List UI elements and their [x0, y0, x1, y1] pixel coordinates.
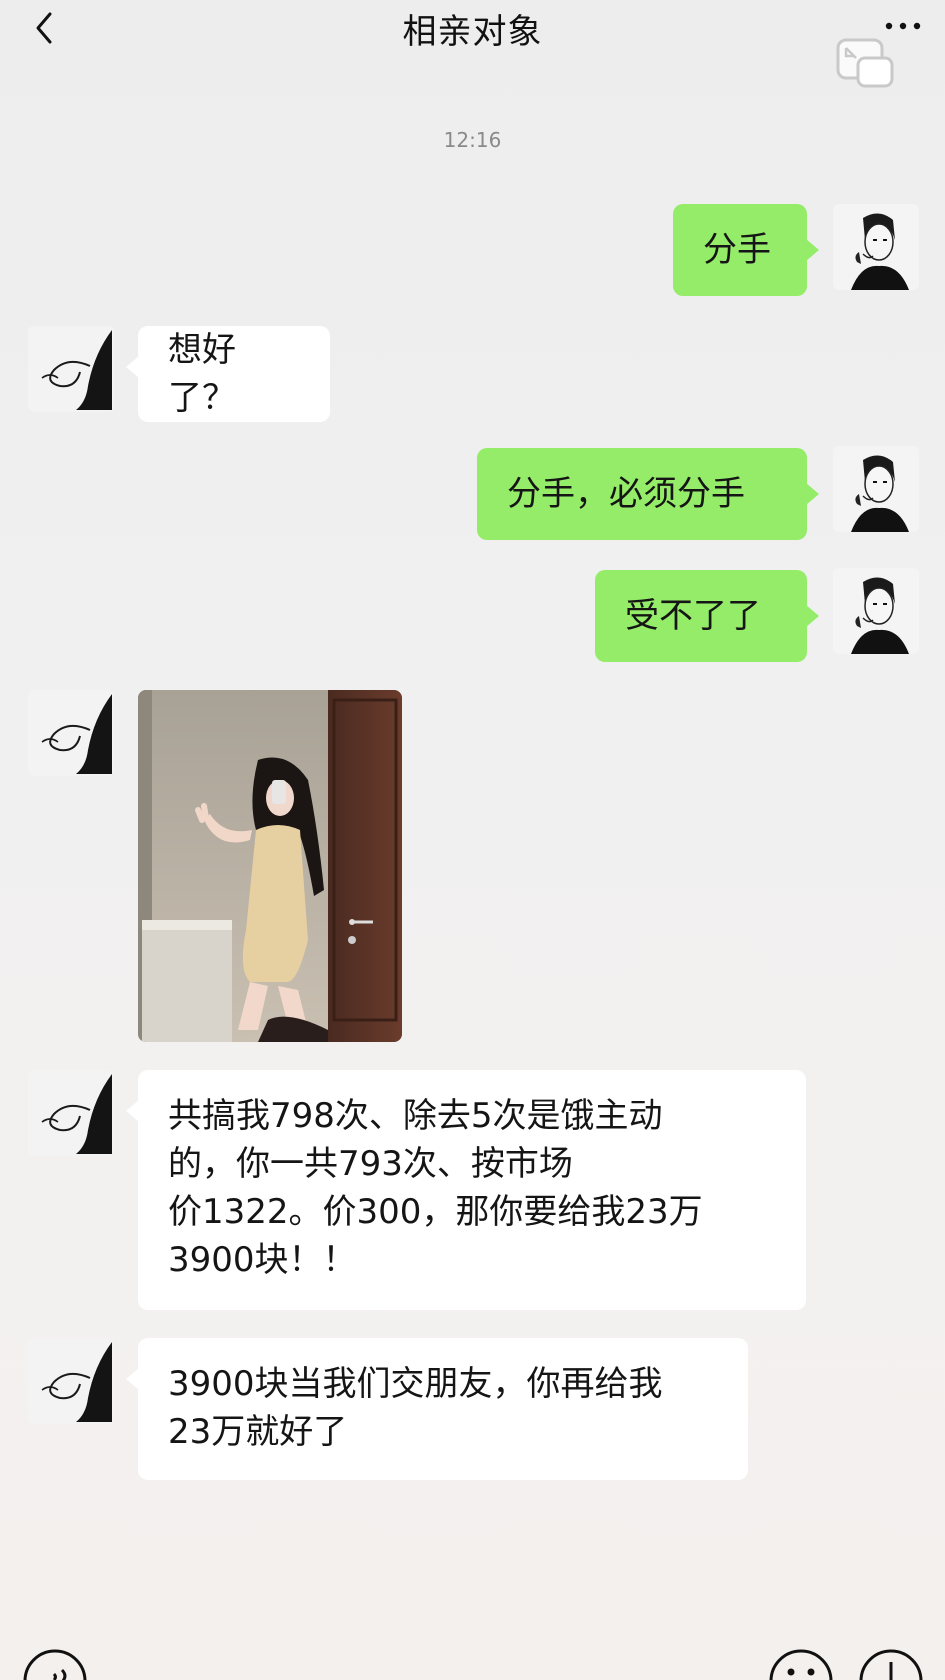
- my-avatar[interactable]: [833, 204, 919, 290]
- floating-window-button[interactable]: [836, 36, 896, 88]
- message-line: 共搞我798次、除去5次是饿主动: [168, 1096, 663, 1136]
- chat-header: 相亲对象: [0, 0, 945, 70]
- my-message-bubble[interactable]: 受不了了: [595, 570, 819, 662]
- my-message-bubble[interactable]: 分手: [673, 204, 819, 296]
- message-text: 受不了了: [625, 596, 761, 636]
- contact-avatar[interactable]: [28, 1070, 114, 1156]
- contact-message-bubble[interactable]: 共搞我798次、除去5次是饿主动 的，你一共793次、按市场 价1322。价30…: [126, 1070, 806, 1310]
- message-line: 23万就好了: [168, 1412, 348, 1452]
- contact-avatar[interactable]: [28, 1338, 114, 1424]
- more-button[interactable]: [881, 16, 925, 36]
- message-line: 价1322。价300，那你要给我23万: [168, 1192, 703, 1232]
- message-timestamp: 12:16: [443, 128, 502, 152]
- contact-avatar[interactable]: [28, 326, 114, 412]
- photo-message[interactable]: [138, 690, 402, 1042]
- my-message-bubble[interactable]: 分手，必须分手: [477, 448, 819, 540]
- voice-input-icon[interactable]: [22, 1648, 88, 1680]
- message-line: 3900块！！: [168, 1240, 357, 1280]
- more-dots-icon: [885, 22, 921, 30]
- message-text: 分手，必须分手: [507, 474, 745, 514]
- contact-message-bubble[interactable]: 想好了？: [126, 326, 330, 422]
- page-title: 相亲对象: [402, 12, 543, 52]
- plus-icon[interactable]: [858, 1648, 924, 1680]
- my-avatar[interactable]: [833, 446, 919, 532]
- selfie-photo: [138, 690, 402, 1042]
- contact-avatar[interactable]: [28, 690, 114, 776]
- my-avatar[interactable]: [833, 568, 919, 654]
- chat-screen: 相亲对象 12:16 分手 想好了？ 分手，必须分手 受不了了 共搞我798次、…: [0, 0, 945, 1680]
- emoji-icon[interactable]: [768, 1648, 834, 1680]
- message-text: 分手: [703, 230, 771, 270]
- input-bar: [0, 1640, 945, 1680]
- floating-window-icon: [836, 38, 894, 88]
- message-text: 想好了？: [168, 330, 236, 418]
- message-line: 3900块当我们交朋友，你再给我: [168, 1364, 663, 1404]
- message-line: 的，你一共793次、按市场: [168, 1144, 573, 1184]
- contact-message-bubble[interactable]: 3900块当我们交朋友，你再给我 23万就好了: [126, 1338, 748, 1480]
